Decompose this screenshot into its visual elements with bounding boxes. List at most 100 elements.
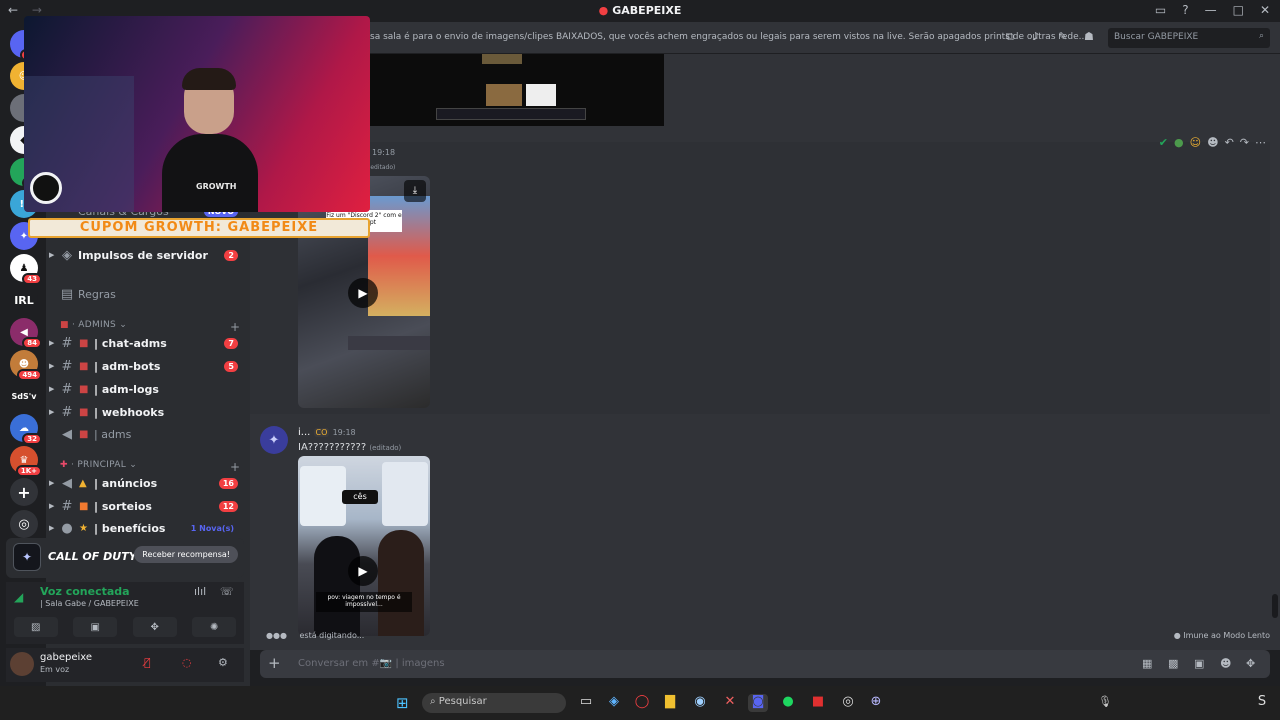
channel-sorteios[interactable]: ▶ # ■ | sorteios 12	[46, 495, 250, 517]
app-arrow-icon[interactable]: ⊕	[866, 694, 886, 712]
channel-adms-voice[interactable]: ◀ ■ | adms	[46, 423, 250, 445]
avatar[interactable]	[10, 652, 34, 676]
file-explorer-icon[interactable]: ▇	[660, 694, 680, 712]
sticker-icon[interactable]: ▣	[1194, 657, 1204, 670]
rules-item[interactable]: ▤ Regras	[46, 283, 250, 305]
message-input[interactable]: Conversar em #📷 | imagens	[298, 658, 445, 669]
rules-icon: ▤	[60, 286, 74, 302]
close-button[interactable]: ✕	[1260, 3, 1270, 17]
category-principal[interactable]: ✚ · PRINCIPAL ⌄ +	[60, 460, 250, 474]
reply-icon[interactable]: ↶	[1225, 136, 1234, 149]
copilot-icon[interactable]: ◈	[604, 694, 624, 712]
play-button[interactable]: ▶	[348, 556, 378, 586]
help-icon[interactable]: ?	[1182, 3, 1188, 17]
obs-icon[interactable]: ◎	[838, 694, 858, 712]
channel-webhooks[interactable]: ▶ # ■ | webhooks	[46, 401, 250, 423]
frog-reaction-icon[interactable]: ●	[1174, 136, 1184, 149]
hash-icon: ●	[61, 520, 73, 536]
emoji-icon[interactable]: ☻	[1220, 657, 1231, 670]
steam-icon[interactable]: ◉	[690, 694, 710, 712]
download-icon[interactable]: ⤓	[404, 180, 426, 202]
expand-arrow-icon: ▶	[49, 479, 55, 487]
upload-plus-icon[interactable]: +	[268, 654, 281, 672]
server-494[interactable]: ☻ 494	[10, 350, 42, 381]
windows-start-icon[interactable]: ⊞	[396, 695, 412, 711]
message-author[interactable]: i... CO 19:18	[298, 427, 356, 438]
video-attachment-2[interactable]: cês ▶ pov: viagem no tempo é impossível.…	[298, 456, 430, 636]
channel-adm-bots[interactable]: ▶ # ■ | adm-bots 5	[46, 355, 250, 377]
server-sds[interactable]: SdS'v	[10, 382, 38, 410]
window-controls: ▭ ? — □ ✕	[1155, 3, 1270, 17]
attachment-image-1[interactable]	[368, 54, 664, 126]
soundboard-button[interactable]: ✺	[192, 617, 237, 637]
disconnect-icon[interactable]: ☏	[220, 585, 234, 598]
inbox-icon[interactable]: ▭	[1155, 3, 1166, 17]
camera-off-button[interactable]: ▨	[13, 617, 58, 637]
more-options-icon[interactable]: ⋯	[1255, 136, 1266, 149]
message-list: ✔ ● ☺ ☻ ↶ ↷ ⋯ 19:18 (editado) Fiz um "Di…	[250, 54, 1280, 650]
screen-share-button[interactable]: ▣	[73, 617, 118, 637]
signal-icon[interactable]: ◢	[14, 590, 23, 604]
streamer-figure: GROWTH	[162, 68, 258, 212]
app-x-icon[interactable]: ✕	[720, 694, 740, 712]
activities-button[interactable]: ✥	[132, 617, 177, 637]
soundboard-icon[interactable]: ılıl	[194, 585, 206, 598]
channel-chat-adms[interactable]: ▶ # ■ | chat-adms 7	[46, 332, 250, 354]
microphone-icon[interactable]: 🎙	[1098, 695, 1112, 708]
server-1k[interactable]: ♛ 1K+	[10, 446, 42, 477]
discover-icon[interactable]: ◎	[10, 510, 38, 538]
threads-icon[interactable]: ⧉	[1006, 30, 1014, 44]
taskbar-search[interactable]: ⌕ Pesquisar	[422, 693, 566, 713]
pin-icon[interactable]: ✎	[1058, 30, 1067, 43]
task-view-icon[interactable]: ▭	[576, 694, 596, 712]
laugh-reaction-icon[interactable]: ☺	[1190, 136, 1201, 149]
add-reaction-icon[interactable]: ☻	[1207, 136, 1218, 149]
boosts-item[interactable]: ▶ ◈ Impulsos de servidor 2	[46, 244, 250, 266]
channel-beneficios[interactable]: ▶ ● ★ | benefícios 1 Nova(s)	[46, 517, 250, 539]
spotify-icon[interactable]: ●	[778, 694, 798, 712]
gif-icon[interactable]: ▩	[1168, 657, 1178, 670]
avatar[interactable]: ✦	[260, 426, 288, 454]
server-32[interactable]: ☁ 32	[10, 414, 42, 445]
tray-logo-icon[interactable]: S	[1252, 694, 1272, 712]
user-panel: gabepeixe Em voz 🎙̸ ◌ ⚙	[6, 648, 244, 682]
discord-icon[interactable]: ◙	[748, 694, 768, 712]
message-composer[interactable]: + Conversar em #📷 | imagens ▦ ▩ ▣ ☻ ✥	[260, 650, 1270, 678]
hash-icon: #	[61, 498, 73, 514]
claim-reward-button[interactable]: Receber recompensa!	[134, 546, 238, 563]
search-input[interactable]: Buscar GABEPEIXE ⌕	[1108, 28, 1270, 48]
server-84[interactable]: ◀ 84	[10, 318, 42, 349]
channel-topic[interactable]: sa sala é para o envio de imagens/clipes…	[370, 32, 1087, 42]
scrollbar[interactable]	[1272, 594, 1278, 618]
server-irl[interactable]: IRL	[10, 286, 38, 314]
bell-icon[interactable]: ♪	[1032, 30, 1039, 43]
server-43[interactable]: ♟ 43	[10, 254, 42, 285]
briefcase-icon: ■	[60, 320, 69, 330]
expand-arrow-icon: ▶	[49, 502, 55, 510]
quest-brand: CALL OF DUTY	[48, 550, 137, 563]
opera-icon[interactable]: ◯	[632, 694, 652, 712]
username[interactable]: gabepeixe	[40, 652, 92, 663]
gift-icon[interactable]: ▦	[1142, 657, 1152, 670]
channel-adm-logs[interactable]: ▶ # ■ | adm-logs	[46, 378, 250, 400]
check-reaction-icon[interactable]: ✔	[1159, 136, 1168, 149]
minimize-button[interactable]: —	[1205, 3, 1217, 17]
speaker-icon: ◀	[62, 426, 72, 442]
forward-icon[interactable]: ↷	[1240, 136, 1249, 149]
members-icon[interactable]: ☗	[1084, 30, 1094, 43]
hash-icon: #	[61, 335, 73, 351]
deafen-icon[interactable]: ◌	[182, 656, 192, 669]
quest-promo: ✦ CALL OF DUTY Receber recompensa!	[6, 538, 244, 578]
mic-muted-icon[interactable]: 🎙̸	[144, 656, 151, 669]
settings-gear-icon[interactable]: ⚙	[218, 656, 228, 669]
play-button[interactable]: ▶	[348, 278, 378, 308]
briefcase-icon: ■	[79, 406, 89, 418]
channel-anuncios[interactable]: ▶ ◀ ▲ | anúncios 16	[46, 472, 250, 494]
voice-room[interactable]: | Sala Gabe / GABEPEIXE	[40, 599, 139, 608]
add-server-icon[interactable]: +	[10, 478, 38, 506]
maximize-button[interactable]: □	[1233, 3, 1244, 17]
app-red-icon[interactable]: ■	[808, 694, 828, 712]
category-admins[interactable]: ■ · ADMINS ⌄ +	[60, 320, 250, 334]
expand-arrow-icon: ▶	[49, 251, 55, 259]
apps-icon[interactable]: ✥	[1246, 657, 1255, 670]
